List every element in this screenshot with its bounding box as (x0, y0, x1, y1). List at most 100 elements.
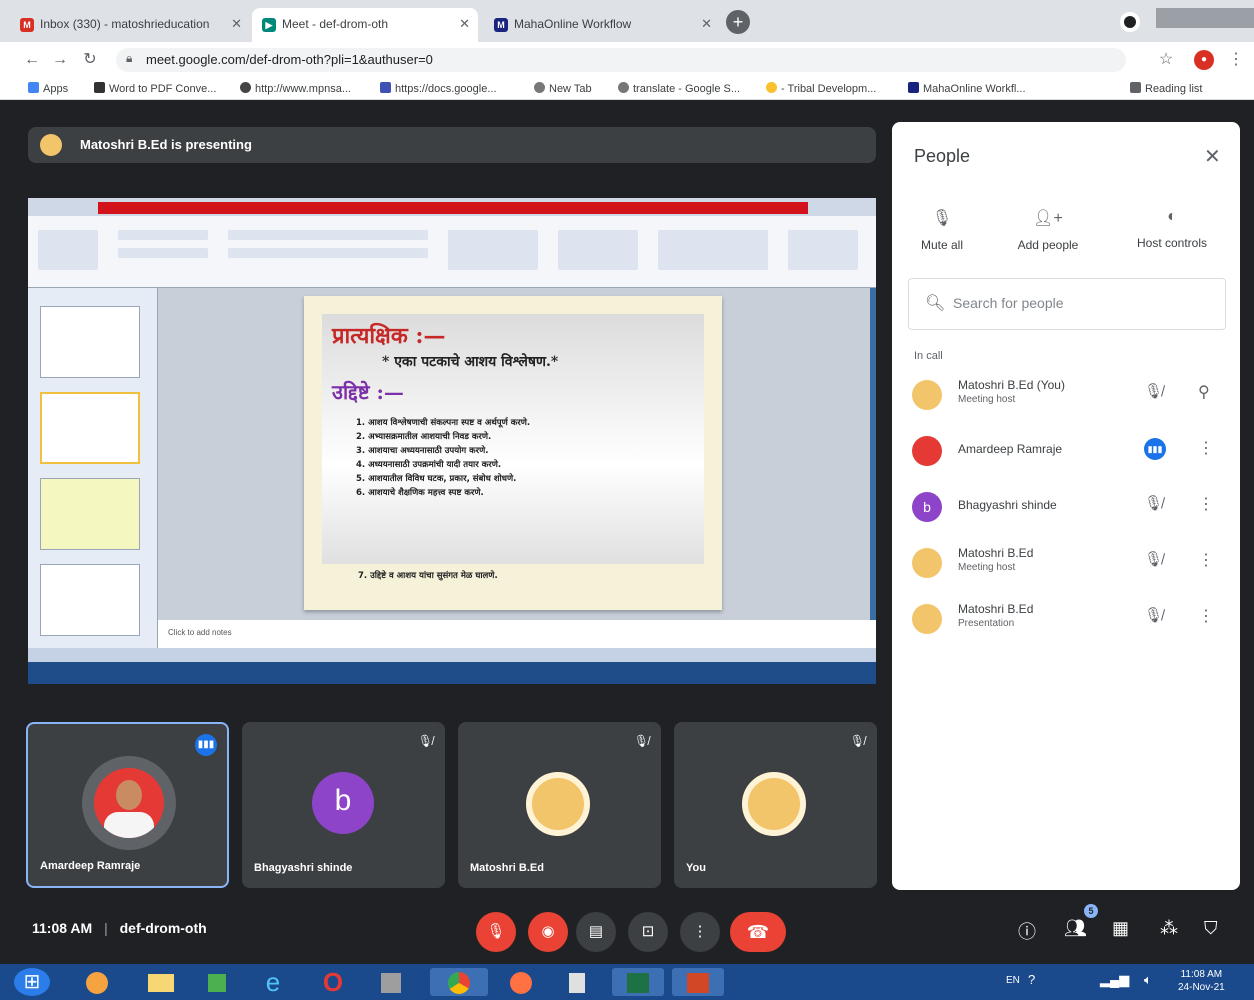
slide-points: 1. आशय विश्लेषणाची संकल्पना स्पष्ट व अर्… (356, 416, 686, 500)
toggle-icon: ◐ (1167, 208, 1177, 225)
chat-button[interactable]: ▦ (1112, 918, 1129, 939)
people-count-badge: 5 (1084, 904, 1098, 918)
search-people-input[interactable]: 🔍︎ Search for people (908, 278, 1226, 330)
participant-name: Bhagyashri shinde (958, 498, 1057, 512)
forward-arrow-icon[interactable]: → (50, 50, 70, 70)
mute-all-button[interactable]: 🎙︎ Mute all (894, 208, 990, 252)
slide: प्रात्यक्षिक :— * एका पटकाचे आशय विश्लेष… (304, 296, 722, 610)
tab-meet[interactable]: ▶ Meet - def-drom-oth ✕ (252, 8, 478, 42)
avatar (912, 548, 942, 578)
mic-toggle-button[interactable]: 🎙︎ (476, 912, 516, 952)
browser-tab-strip: M Inbox (330) - matoshrieducation ✕ ▶ Me… (0, 0, 1254, 42)
captions-button[interactable]: ▤ (576, 912, 616, 952)
tab-mahaonline[interactable]: M MahaOnline Workflow ✕ (484, 8, 720, 42)
participant-tile[interactable]: ▮▮▮ Amardeep Ramraje (26, 722, 229, 888)
meeting-details-button[interactable]: ⓘ (1018, 918, 1036, 944)
speaking-indicator-icon: ▮▮▮ (1144, 438, 1166, 460)
volume-icon[interactable]: 🔈︎ (1144, 972, 1152, 988)
present-screen-icon: ⊡ (641, 923, 655, 940)
pin-icon[interactable]: ⚲ (1198, 382, 1210, 402)
file-explorer-icon[interactable] (140, 968, 182, 996)
host-controls-shield-button[interactable]: ⛉ (1204, 918, 1218, 939)
people-button[interactable]: 👥︎ (1064, 918, 1087, 939)
help-icon[interactable]: ? (1028, 972, 1035, 987)
internet-explorer-icon[interactable]: e (252, 968, 294, 996)
opera-icon[interactable]: O (312, 968, 354, 996)
system-clock[interactable]: 11:08 AM 24-Nov-21 (1178, 968, 1225, 994)
more-options-button[interactable]: ⋮ (680, 912, 720, 952)
bookmark-item[interactable]: - Tribal Developm... (766, 82, 876, 95)
mic-off-icon: 🎙︎ (931, 210, 953, 227)
taskbar-app-icon[interactable] (76, 968, 118, 996)
chrome-taskbar-icon[interactable] (430, 968, 488, 996)
camera-off-icon: ◉ (541, 923, 555, 940)
participant-row[interactable]: Matoshri B.Ed (You) Meeting host 🎙︎̸ ⚲ (892, 372, 1240, 426)
language-indicator[interactable]: EN (1006, 975, 1020, 986)
slide-thumbnail-selected (40, 392, 140, 464)
bookmark-item[interactable]: http://www.mpnsa... (240, 82, 351, 95)
participant-row[interactable]: b Bhagyashri shinde 🎙︎̸ ⋮ (892, 484, 1240, 538)
more-options-icon[interactable]: ⋮ (1198, 550, 1214, 570)
chrome-menu-icon[interactable]: ⋮ (1226, 50, 1246, 70)
back-arrow-icon[interactable]: ← (22, 50, 42, 70)
host-controls-button[interactable]: ◐ Host controls (1124, 208, 1220, 250)
more-options-icon[interactable]: ⋮ (1198, 438, 1214, 458)
taskbar-app-icon[interactable] (196, 968, 238, 996)
bookmark-item[interactable]: Word to PDF Conve... (94, 82, 216, 95)
clock-date: 24-Nov-21 (1178, 982, 1225, 993)
firefox-icon[interactable] (500, 968, 542, 996)
window-controls[interactable] (1156, 8, 1254, 28)
avatar (912, 436, 942, 466)
bookmark-item[interactable]: translate - Google S... (618, 82, 740, 95)
slide-point: 4. अध्ययनासाठी उपक्रमांची यादी तयार करणे… (356, 460, 502, 470)
participant-tile[interactable]: 🎙︎̸ b Bhagyashri shinde (242, 722, 445, 888)
bookmarks-bar: Apps Word to PDF Conve... http://www.mpn… (0, 78, 1254, 100)
mic-off-icon: 🎙︎̸ (633, 734, 649, 748)
taskbar-app-icon[interactable] (556, 968, 598, 996)
globe-icon (240, 82, 251, 93)
bookmark-item[interactable]: https://docs.google... (380, 82, 497, 95)
network-icon[interactable]: ▂▄▆ (1100, 972, 1129, 988)
participant-name: Matoshri B.Ed (958, 546, 1034, 560)
profile-avatar[interactable]: ● (1194, 50, 1214, 70)
new-tab-button[interactable]: + (726, 10, 750, 34)
participant-tile[interactable]: 🎙︎̸ Matoshri B.Ed (458, 722, 661, 888)
meet-icon: ▶ (262, 18, 276, 32)
address-bar[interactable]: 🔒︎ meet.google.com/def-drom-oth?pli=1&au… (116, 48, 1126, 72)
avatar (912, 380, 942, 410)
bookmark-item[interactable]: MahaOnline Workfl... (908, 82, 1026, 95)
tab-gmail[interactable]: M Inbox (330) - matoshrieducation ✕ (10, 8, 250, 42)
start-button-icon[interactable]: ⊞ (14, 968, 50, 996)
profile-menu-icon[interactable] (1120, 12, 1140, 32)
participant-row[interactable]: Matoshri B.Ed Presentation 🎙︎̸ ⋮ (892, 596, 1240, 650)
excel-icon[interactable] (612, 968, 664, 996)
close-tab-icon[interactable]: ✕ (459, 16, 470, 32)
present-now-button[interactable]: ⊡ (628, 912, 668, 952)
bookmark-apps[interactable]: Apps (28, 82, 68, 95)
reload-icon[interactable]: ↻ (80, 50, 100, 70)
more-options-icon[interactable]: ⋮ (1198, 606, 1214, 626)
participant-role: Presentation (958, 618, 1015, 629)
taskbar-app-icon[interactable] (370, 968, 412, 996)
reading-list-button[interactable]: Reading list (1130, 82, 1202, 95)
clock-time: 11:08 AM (32, 920, 93, 936)
bookmark-star-icon[interactable]: ☆ (1156, 50, 1176, 70)
participant-name: Matoshri B.Ed (You) (958, 378, 1065, 392)
close-tab-icon[interactable]: ✕ (701, 16, 712, 32)
add-people-button[interactable]: 👤︎+ Add people (1000, 208, 1096, 252)
bookmark-item[interactable]: New Tab (534, 82, 592, 95)
avatar-letter: b (912, 492, 942, 522)
leave-call-button[interactable]: ☎ (730, 912, 786, 952)
close-icon[interactable]: ✕ (1204, 144, 1221, 169)
participant-row[interactable]: Matoshri B.Ed Meeting host 🎙︎̸ ⋮ (892, 540, 1240, 594)
close-tab-icon[interactable]: ✕ (231, 16, 242, 32)
chat-icon: ▦ (1112, 918, 1130, 938)
powerpoint-taskbar-icon[interactable] (672, 968, 724, 996)
participant-tile-self[interactable]: 🎙︎̸ You (674, 722, 877, 888)
activities-button[interactable]: ⁂ (1160, 918, 1178, 939)
camera-toggle-button[interactable]: ◉ (528, 912, 568, 952)
mic-off-icon: 🎙︎̸ (1144, 383, 1164, 400)
apps-grid-icon (28, 82, 39, 93)
more-options-icon[interactable]: ⋮ (1198, 494, 1214, 514)
participant-row[interactable]: Amardeep Ramraje ▮▮▮ ⋮ (892, 428, 1240, 482)
